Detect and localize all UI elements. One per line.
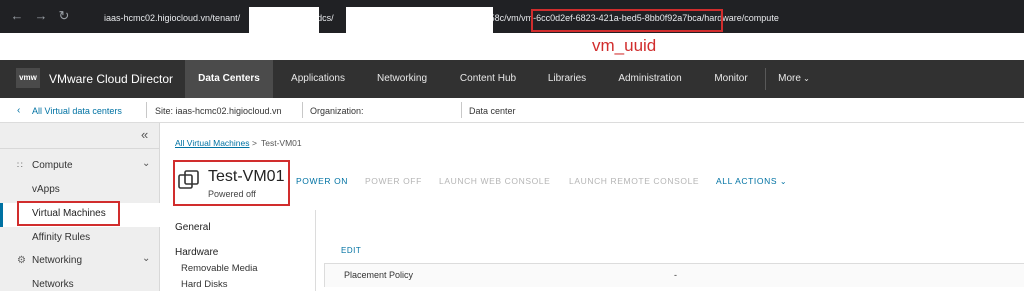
tab-content-hub[interactable]: Content Hub [450, 60, 526, 98]
sidebar-section-networking[interactable]: Networking [32, 255, 82, 266]
chevron-down-icon: ⌄ [777, 177, 788, 186]
tab-networking[interactable]: Networking [365, 60, 439, 98]
chevron-down-icon[interactable]: ⌄ [142, 158, 150, 169]
nav-divider [765, 68, 766, 90]
divider [461, 102, 462, 118]
sidebar-item-vapps[interactable]: vApps [32, 184, 60, 195]
tab-administration[interactable]: Administration [608, 60, 692, 98]
all-actions-label: ALL ACTIONS [716, 176, 778, 186]
vm-uuid-highlight-box [531, 9, 723, 32]
edit-button[interactable]: EDIT [341, 246, 361, 255]
launch-remote-console-button[interactable]: LAUNCH REMOTE CONSOLE [569, 176, 699, 186]
networking-icon: ⚙ [17, 255, 26, 266]
tab-monitor[interactable]: Monitor [706, 60, 756, 98]
chevron-down-icon[interactable]: ⌄ [142, 253, 150, 264]
site-label: Site: iaas-hcmc02.higiocloud.vn [155, 106, 282, 116]
breadcrumb-separator: > [252, 138, 257, 148]
all-actions-button[interactable]: ALL ACTIONS ⌄ [716, 176, 787, 186]
power-off-button[interactable]: POWER OFF [365, 176, 422, 186]
data-center-label: Data center [469, 106, 516, 116]
launch-web-console-button[interactable]: LAUNCH WEB CONSOLE [439, 176, 550, 186]
nav-hard-disks[interactable]: Hard Disks [181, 279, 227, 290]
tab-data-centers[interactable]: Data Centers [185, 60, 273, 98]
redaction-block [346, 7, 493, 33]
sidebar-section-compute[interactable]: Compute [32, 160, 73, 171]
sidebar-item-networks[interactable]: Networks [32, 279, 74, 290]
back-arrow-icon[interactable]: ← [10, 9, 24, 23]
redaction-block [249, 7, 319, 33]
tab-more-label: More [778, 73, 801, 84]
app-title: VMware Cloud Director [49, 72, 174, 86]
chevron-down-icon: ⌄ [800, 74, 810, 83]
breadcrumb-link[interactable]: All Virtual Machines [175, 138, 250, 148]
tab-libraries[interactable]: Libraries [538, 60, 596, 98]
all-vdcs-link[interactable]: All Virtual data centers [32, 106, 122, 116]
sidebar-selected-indicator [0, 203, 3, 227]
divider [302, 102, 303, 118]
reload-icon[interactable]: ↻ [57, 9, 71, 23]
nav-general[interactable]: General [175, 222, 211, 233]
grid-icon: ∷ [17, 160, 23, 170]
vmware-logo: vmw [16, 68, 40, 88]
organization-label: Organization: [310, 106, 364, 116]
power-on-button[interactable]: POWER ON [296, 176, 348, 186]
collapse-sidebar-icon[interactable]: « [141, 127, 148, 142]
nav-hardware[interactable]: Hardware [175, 247, 218, 258]
nav-removable-media[interactable]: Removable Media [181, 263, 258, 274]
sidebar-divider [0, 148, 160, 149]
virtual-machines-highlight-box [17, 201, 120, 226]
forward-arrow-icon[interactable]: → [34, 9, 48, 23]
vm-uuid-annotation: vm_uuid [592, 36, 657, 55]
panel-divider [315, 210, 316, 291]
tab-applications[interactable]: Applications [277, 60, 359, 98]
placement-policy-value: - [674, 270, 677, 280]
chevron-left-icon[interactable]: ‹ [17, 105, 20, 116]
sidebar-item-affinity-rules[interactable]: Affinity Rules [32, 232, 90, 243]
divider [146, 102, 147, 118]
vm-title-highlight-box [173, 160, 290, 206]
breadcrumb-current: Test-VM01 [261, 138, 302, 148]
placement-policy-label: Placement Policy [344, 270, 414, 280]
tab-more[interactable]: More ⌄ [772, 60, 816, 98]
